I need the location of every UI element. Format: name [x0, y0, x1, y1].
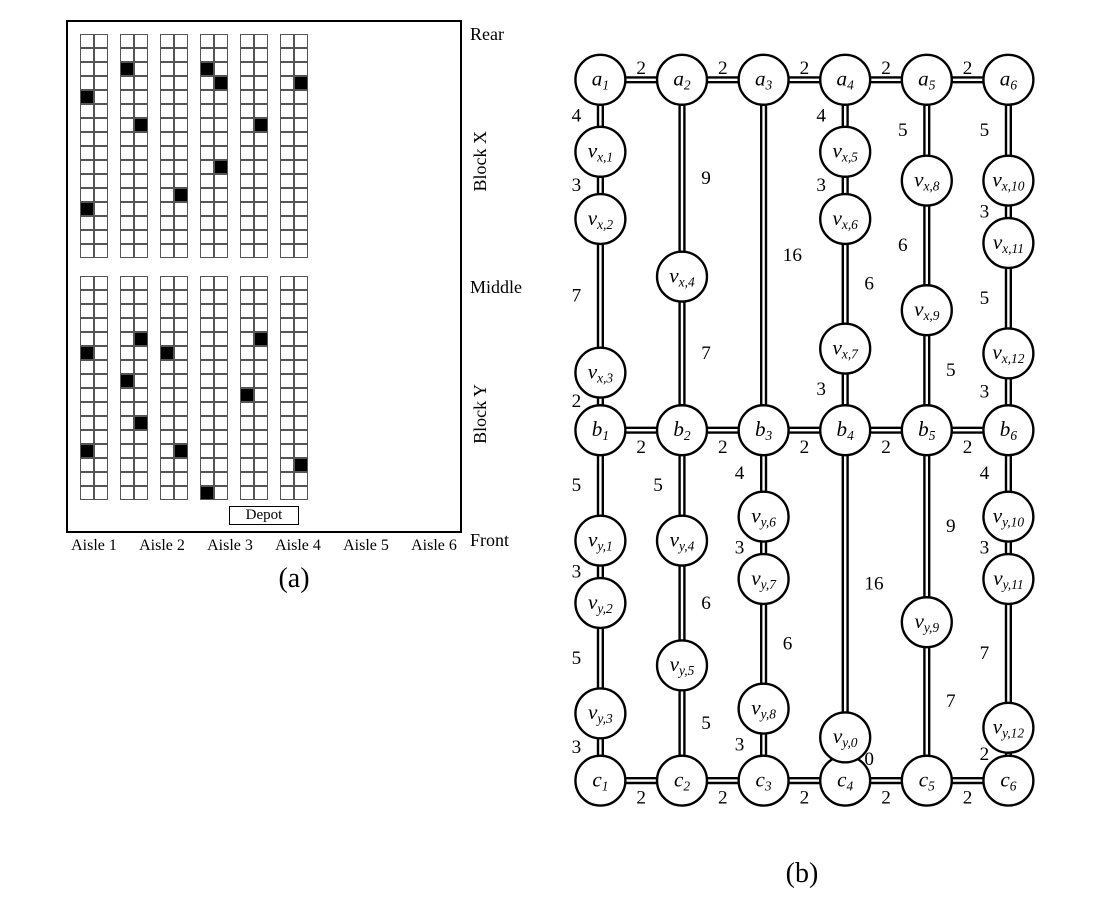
- svg-text:4: 4: [735, 463, 745, 484]
- panel-a: Depot Aisle 1Aisle 2Aisle 3Aisle 4Aisle …: [66, 20, 522, 890]
- svg-text:2: 2: [636, 437, 646, 458]
- svg-text:7: 7: [946, 691, 956, 712]
- svg-text:2: 2: [800, 437, 810, 458]
- svg-text:4: 4: [980, 463, 990, 484]
- svg-text:2: 2: [881, 58, 891, 79]
- svg-text:2: 2: [963, 58, 973, 79]
- svg-text:2: 2: [980, 744, 990, 765]
- graph-svg: 4372971643635655353535356543631609743722…: [562, 20, 1042, 850]
- caption-b: (b): [786, 858, 819, 890]
- svg-text:5: 5: [653, 475, 663, 496]
- depot-label: Depot: [229, 506, 299, 525]
- caption-a: (a): [278, 563, 309, 595]
- svg-text:5: 5: [898, 120, 908, 141]
- svg-text:5: 5: [572, 648, 582, 669]
- svg-text:2: 2: [800, 58, 810, 79]
- svg-text:3: 3: [572, 562, 582, 583]
- block-x: [80, 34, 448, 258]
- svg-text:3: 3: [735, 734, 745, 755]
- svg-text:2: 2: [881, 788, 891, 809]
- svg-text:3: 3: [980, 538, 990, 559]
- svg-text:3: 3: [816, 379, 826, 400]
- svg-text:3: 3: [572, 175, 582, 196]
- svg-text:5: 5: [701, 713, 711, 734]
- svg-text:6: 6: [864, 274, 874, 295]
- svg-text:4: 4: [572, 106, 582, 127]
- svg-text:3: 3: [980, 382, 990, 403]
- svg-text:5: 5: [980, 288, 990, 309]
- svg-text:6: 6: [783, 634, 793, 655]
- svg-text:16: 16: [864, 574, 884, 595]
- svg-text:6: 6: [701, 593, 711, 614]
- svg-text:2: 2: [963, 788, 973, 809]
- svg-text:2: 2: [718, 788, 728, 809]
- svg-text:7: 7: [980, 643, 990, 664]
- svg-text:5: 5: [572, 475, 582, 496]
- panel-b: 4372971643635655353535356543631609743722…: [562, 20, 1042, 890]
- svg-text:2: 2: [881, 437, 891, 458]
- block-y: [80, 276, 448, 500]
- svg-text:9: 9: [701, 168, 711, 189]
- warehouse-box: Depot: [66, 20, 462, 533]
- svg-text:3: 3: [572, 737, 582, 758]
- svg-text:4: 4: [816, 106, 826, 127]
- svg-text:2: 2: [963, 437, 973, 458]
- svg-text:6: 6: [898, 235, 908, 256]
- svg-text:5: 5: [946, 360, 956, 381]
- svg-text:3: 3: [735, 538, 745, 559]
- svg-text:5: 5: [980, 120, 990, 141]
- svg-text:9: 9: [946, 516, 956, 537]
- side-labels: RearBlock XMiddleBlock YFront: [462, 20, 522, 555]
- svg-text:7: 7: [572, 286, 582, 307]
- aisle-labels: Aisle 1Aisle 2Aisle 3Aisle 4Aisle 5Aisle…: [66, 537, 462, 555]
- svg-text:2: 2: [636, 58, 646, 79]
- svg-text:2: 2: [718, 58, 728, 79]
- svg-text:2: 2: [572, 391, 582, 412]
- svg-text:2: 2: [800, 788, 810, 809]
- svg-text:2: 2: [718, 437, 728, 458]
- svg-text:3: 3: [816, 175, 826, 196]
- svg-text:7: 7: [701, 343, 711, 364]
- svg-text:3: 3: [980, 202, 990, 223]
- svg-text:16: 16: [783, 245, 803, 266]
- svg-text:2: 2: [636, 788, 646, 809]
